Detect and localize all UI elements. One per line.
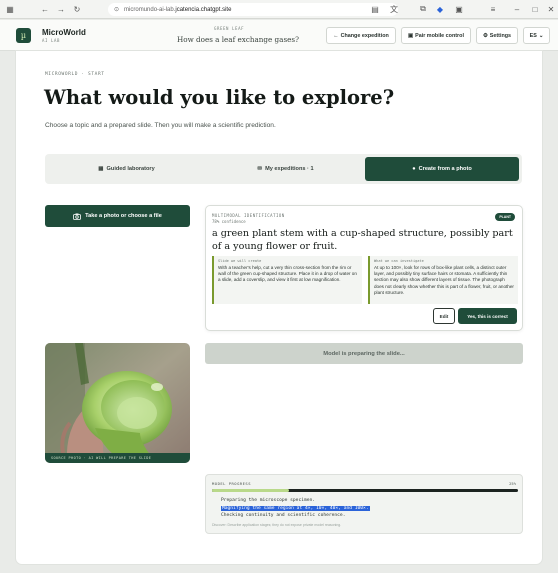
address-bar[interactable]: ⊙ micromundo-ai-lab. jcatencia.chatgpt.si… <box>108 3 398 16</box>
url-domain: micromundo-ai-lab. <box>124 6 176 13</box>
category-badge: PLANT <box>495 213 515 221</box>
take-photo-button[interactable]: Take a photo or choose a file <box>45 205 190 227</box>
pair-mobile-button[interactable]: ▣ Pair mobile control <box>401 27 471 44</box>
menu-icon[interactable]: ≡ <box>488 4 498 14</box>
identification-card: MULTIMODAL IDENTIFICATION 78% confidence… <box>205 205 523 331</box>
logo: µ <box>16 28 31 43</box>
identification-title: a green plant stem with a cup-shaped str… <box>212 228 513 252</box>
reload-icon[interactable]: ↻ <box>72 4 82 14</box>
brand-name: MicroWorld <box>42 28 86 37</box>
gear-icon: ⚙ <box>482 32 488 39</box>
apps-icon[interactable]: ▦ <box>5 4 15 14</box>
reader-icon[interactable]: ▤ <box>370 4 380 14</box>
page-intro: Choose a topic and a prepared slide. The… <box>45 122 276 129</box>
arrow-left-icon: ← <box>333 32 339 39</box>
dot-icon: ● <box>412 166 416 172</box>
settings-button[interactable]: ⚙ Settings <box>476 27 518 44</box>
progress-line-wrap: Magnifying the same region at 4×, 10×, 4… <box>221 505 370 513</box>
close-icon[interactable]: ✕ <box>546 4 556 14</box>
shield-icon[interactable]: ◆ <box>435 4 445 14</box>
minimize-icon[interactable]: – <box>512 4 522 14</box>
progress-label: MODEL PROGRESS <box>212 481 252 486</box>
camera-icon <box>73 213 82 220</box>
progress-line: Checking continuity and scientific coher… <box>221 513 346 518</box>
site-info-icon[interactable]: ⊙ <box>114 6 119 13</box>
progress-line: Preparing the microscope specimen. <box>221 498 316 503</box>
identification-eyebrow: MULTIMODAL IDENTIFICATION <box>212 213 285 218</box>
investigation-text: At up to 100×, look for rows of box-like… <box>374 265 514 295</box>
envelope-icon: ✉ <box>257 166 263 172</box>
preparing-status: Model is preparing the slide... <box>205 343 523 364</box>
expedition-eyebrow: GREEN LEAF <box>214 26 245 31</box>
brand-subtitle: AI LAB <box>42 38 61 43</box>
progress-bar-fill <box>212 489 289 492</box>
progress-percent: 25% <box>509 481 516 486</box>
back-icon[interactable]: ← <box>40 4 50 14</box>
url-path: jcatencia.chatgpt.site <box>175 6 232 13</box>
tab-create-from-photo[interactable]: ● Create from a photo <box>365 157 519 181</box>
progress-note: Discover: Describe application stages; t… <box>212 523 342 527</box>
extensions-icon[interactable]: ⧉ <box>418 4 428 14</box>
page-eyebrow: MICROWORLD · START <box>45 72 105 77</box>
tab-guided-laboratory[interactable]: ▦ Guided laboratory <box>49 157 204 181</box>
pair-mobile-label: Pair mobile control <box>415 32 464 39</box>
progress-line-highlighted: Magnifying the same region at 4×, 10×, 4… <box>221 505 370 511</box>
photo-caption: SOURCE PHOTO · AI WILL PREPARE THE SLIDE <box>45 453 190 463</box>
edit-button[interactable]: Edit <box>433 308 455 324</box>
confirm-button[interactable]: Yes, this is correct <box>458 308 517 324</box>
take-photo-label: Take a photo or choose a file <box>85 213 162 219</box>
slide-plan-column: Slide we will create With a teacher's he… <box>212 256 362 304</box>
browser-toolbar: ▦ ← → ↻ ⊙ micromundo-ai-lab. jcatencia.ch… <box>0 0 558 19</box>
plant-cup-photo <box>45 343 190 463</box>
page-title: What would you like to explore? <box>44 86 395 109</box>
app-header: µ MicroWorld AI LAB GREEN LEAF How does … <box>0 20 558 51</box>
slide-plan-heading: Slide we will create <box>218 259 262 263</box>
change-expedition-button[interactable]: ← Change expedition <box>326 27 396 44</box>
investigation-column: What we can investigate At up to 100×, l… <box>368 256 518 304</box>
grid-icon: ▦ <box>98 166 104 172</box>
model-progress-card: MODEL PROGRESS 25% Preparing the microsc… <box>205 474 523 534</box>
maximize-icon[interactable]: □ <box>530 4 540 14</box>
change-expedition-label: Change expedition <box>340 32 389 39</box>
slide-plan-text: With a teacher's help, cut a very thin c… <box>218 265 357 283</box>
profile-icon[interactable]: ▣ <box>454 4 464 14</box>
expedition-question: How does a leaf exchange gases? <box>177 35 299 44</box>
investigation-heading: What we can investigate <box>374 259 424 263</box>
phone-icon: ▣ <box>408 32 414 39</box>
tab-label: Guided laboratory <box>106 166 155 172</box>
tab-label: My expeditions · 1 <box>265 166 314 172</box>
tab-my-expeditions[interactable]: ✉ My expeditions · 1 <box>208 157 363 181</box>
mode-tabs: ▦ Guided laboratory ✉ My expeditions · 1… <box>45 154 522 184</box>
language-select[interactable]: ES ⌄ <box>523 27 550 44</box>
progress-log: Preparing the microscope specimen. Magni… <box>221 497 370 520</box>
chevron-down-icon: ⌄ <box>538 32 544 39</box>
progress-bar <box>212 489 518 492</box>
translate-icon[interactable]: 文 <box>389 4 399 14</box>
forward-icon[interactable]: → <box>56 4 66 14</box>
language-label: ES <box>529 32 537 39</box>
source-photo: SOURCE PHOTO · AI WILL PREPARE THE SLIDE <box>45 343 190 463</box>
confidence-text: 78% confidence <box>212 219 246 224</box>
tab-label: Create from a photo <box>418 166 472 172</box>
settings-label: Settings <box>489 32 512 39</box>
